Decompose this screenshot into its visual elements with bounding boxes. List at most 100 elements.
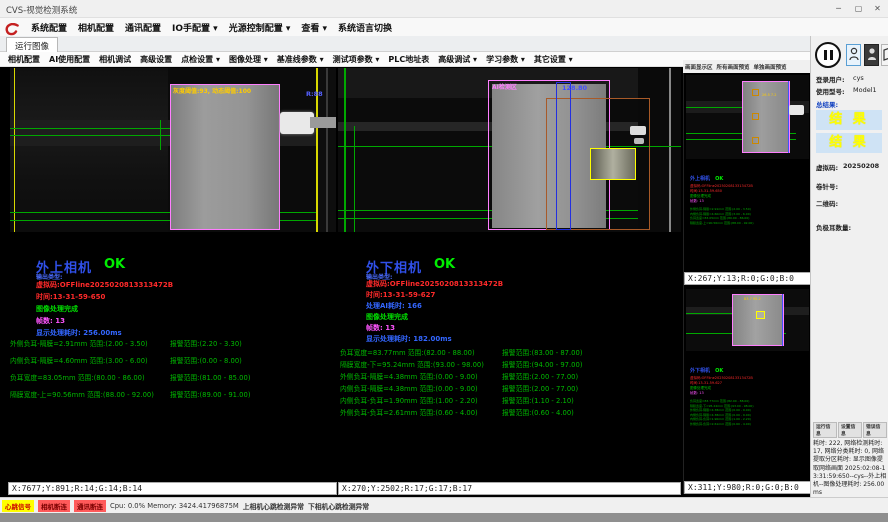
camera-disconnect-badge: 相机断连 xyxy=(38,500,70,512)
middle-ai-region-label: AI检测区 xyxy=(492,82,517,91)
tool-learning-params[interactable]: 学习参数 ▾ xyxy=(486,54,525,65)
menu-bar: 系统配置 相机配置 通讯配置 IO手配置 ▾ 光源控制配置 ▾ 查看 ▾ 系统语… xyxy=(0,18,888,36)
tool-test-params[interactable]: 测试项参数 ▾ xyxy=(333,54,380,65)
thumb2-text-block: 外下相机 OK 虚拟码:OFFline2025020813313472B 时间:… xyxy=(690,357,808,426)
thumb1-cell xyxy=(742,81,790,153)
middle-measurement-row: 隔膜宽度-下=95.24mm 范围:(93.00 - 98.00) 报警范围:(… xyxy=(340,359,683,369)
tab-all-views[interactable]: 所有画面预览 xyxy=(717,63,750,71)
info-tab-run[interactable]: 运行信息 xyxy=(813,422,837,438)
middle-camera-status-ok: OK xyxy=(434,257,455,272)
tool-baseline-params[interactable]: 基准线参数 ▾ xyxy=(277,54,324,65)
middle-measurement-row: 外侧负耳-隔膜=4.38mm 范围:(0.00 - 9.00) 报警范围:(2.… xyxy=(340,371,683,381)
tool-image-processing[interactable]: 图像处理 ▾ xyxy=(229,54,268,65)
middle-yellow-defect-box xyxy=(590,148,636,180)
left-right-seam xyxy=(326,68,328,232)
comm-disconnect-badge: 通讯断连 xyxy=(74,500,106,512)
left-cell-region xyxy=(170,84,280,230)
pause-button[interactable] xyxy=(815,42,841,68)
right-sidebar: 登录用户: cys 使用型号: Model1 总结果: 结 果 结 果 虚拟码:… xyxy=(810,36,888,513)
middle-camera-view[interactable]: AI检测区 128.80 外下相机 OK 输出类型: 虚拟码:OFFline20… xyxy=(338,67,681,497)
middle-meas-alarm-6: 报警范围:(0.60 - 4.00) xyxy=(502,407,574,417)
middle-measurement-row: 内侧负耳-负耳=1.90mm 范围:(1.00 - 2.20) 报警范围:(1.… xyxy=(340,395,683,405)
thumb2-coordinate-bar: X:311;Y:980;R:0;G:0;B:0 xyxy=(684,481,811,494)
info-tab-settings[interactable]: 设置信息 xyxy=(838,422,862,438)
menu-item-view[interactable]: 查看 ▾ xyxy=(301,21,327,34)
result-block-upper: 结 果 xyxy=(816,110,882,130)
heartbeat-badge: 心跳信号 xyxy=(2,500,34,512)
cpu-memory-text: Cpu: 0.0% Memory: 3424.41796875M xyxy=(110,502,239,510)
left-meas-text-2: 内侧负耳-隔膜=4.60mm 范围:(3.00 - 6.00) xyxy=(10,355,148,365)
left-measurement-row: 隔膜宽度-上=90.56mm 范围:(88.00 - 92.00) 报警范围:(… xyxy=(10,389,339,399)
tool-advanced-debug[interactable]: 高级调试 ▾ xyxy=(438,54,477,65)
left-camera-status-ok: OK xyxy=(104,257,125,272)
middle-coordinate-bar: X:270;Y:2502;R:17;G:17;B:17 xyxy=(338,482,681,495)
tool-other-settings[interactable]: 其它设置 ▾ xyxy=(534,54,573,65)
left-camera-view[interactable]: 灰度阈值:93, 动态阈值:100 R:88 外上相机 OK 输出类型: 虚拟码… xyxy=(8,67,337,497)
maximize-icon[interactable]: ▢ xyxy=(849,0,868,17)
middle-elapsed-text: 显示处理耗时: 182.00ms xyxy=(366,334,452,344)
info-tab-errors[interactable]: 错误信息 xyxy=(863,422,887,438)
left-threshold-overlay-label: 灰度阈值:93, 动态阈值:100 xyxy=(173,86,251,95)
left-yellow-line-left xyxy=(14,68,15,232)
thumb1-ok: OK xyxy=(715,176,723,182)
minimize-icon[interactable]: ─ xyxy=(829,0,848,17)
menu-item-system-config[interactable]: 系统配置 xyxy=(31,21,67,34)
tool-spot-check[interactable]: 点检设置 ▾ xyxy=(181,54,220,65)
exit-button[interactable] xyxy=(881,44,888,66)
middle-meas-text-1: 负耳宽度=83.77mm 范围:(82.00 - 88.00) xyxy=(340,347,475,357)
tool-advanced-settings[interactable]: 高级设置 xyxy=(140,54,172,65)
virtual-code-value: 20250208 xyxy=(843,162,879,170)
window-title: CVS-视觉检测系统 xyxy=(6,4,77,16)
middle-meas-alarm-5: 报警范围:(1.10 - 2.10) xyxy=(502,395,574,405)
tool-ai-usage-config[interactable]: AI使用配置 xyxy=(49,54,90,65)
tool-camera-debug[interactable]: 相机调试 xyxy=(99,54,131,65)
tab-single-view[interactable]: 单独画面预览 xyxy=(754,63,787,71)
left-barcode-text: 虚拟码:OFFline2025020813313472B xyxy=(36,280,173,290)
user-dark-icon xyxy=(867,46,877,65)
menu-item-io-config[interactable]: IO手配置 ▾ xyxy=(172,21,218,34)
thumb2-title: 外下相机 xyxy=(690,368,710,374)
left-meas-alarm-4: 报警范围:(89.00 - 91.00) xyxy=(170,389,250,399)
left-green-vline xyxy=(160,120,161,150)
bottom-strip xyxy=(0,513,888,522)
user-login-button[interactable] xyxy=(846,44,861,66)
tab-display-area[interactable]: 画面显示区 xyxy=(685,63,713,71)
menu-item-light-config[interactable]: 光源控制配置 ▾ xyxy=(229,21,291,34)
thumb1-mark-2 xyxy=(752,113,759,120)
thumb2-blue-line xyxy=(782,294,783,346)
middle-camera-image[interactable]: AI检测区 128.80 xyxy=(338,68,681,232)
lower-camera-warning: 下相机心跳检测异常 xyxy=(308,501,369,511)
left-camera-image[interactable]: 灰度阈值:93, 动态阈值:100 R:88 xyxy=(10,68,336,232)
middle-blue-box xyxy=(556,82,571,230)
close-icon[interactable]: ✕ xyxy=(868,0,887,17)
thumbnail-tabs: 画面显示区 所有画面预览 单独画面预览 xyxy=(683,60,810,73)
tool-plc-address[interactable]: PLC地址表 xyxy=(388,54,429,65)
login-user-label: 登录用户: xyxy=(816,74,845,84)
middle-barcode-text: 虚拟码:OFFline2025020813313472B xyxy=(366,279,503,289)
left-meas-text-3: 负耳宽度=83.05mm 范围:(80.00 - 86.00) xyxy=(10,372,145,382)
thumb1-orange-label: 26.5 7.2 xyxy=(762,93,776,97)
thumbnail-upper-camera[interactable]: 26.5 7.2 外上相机 OK 虚拟码:OFFline202502081331… xyxy=(683,73,810,285)
middle-meas-alarm-4: 报警范围:(2.00 - 77.00) xyxy=(502,383,578,393)
tab-row: 运行图像 xyxy=(0,36,888,52)
left-elapsed-text: 显示处理耗时: 256.00ms xyxy=(36,328,122,338)
total-result-label: 总结果: xyxy=(816,99,838,109)
middle-bright-spot-1 xyxy=(630,126,646,135)
menu-item-language-switch[interactable]: 系统语言切换 xyxy=(338,21,392,34)
thumb2-image: 83.7 95.2 xyxy=(686,289,809,351)
thumb2-ok: OK xyxy=(715,368,723,374)
menu-item-camera-config[interactable]: 相机配置 xyxy=(78,21,114,34)
user-manage-button[interactable] xyxy=(864,44,879,66)
left-meas-alarm-2: 报警范围:(0.00 - 8.00) xyxy=(170,355,242,365)
tool-camera-config[interactable]: 相机配置 xyxy=(8,54,40,65)
left-meas-alarm-3: 报警范围:(81.00 - 85.00) xyxy=(170,372,250,382)
middle-bright-spot-2 xyxy=(634,138,644,144)
title-bar: CVS-视觉检测系统 ─ ▢ ✕ xyxy=(0,0,888,18)
middle-meas-text-5: 内侧负耳-负耳=1.90mm 范围:(1.00 - 2.20) xyxy=(340,395,478,405)
menu-item-comm-config[interactable]: 通讯配置 xyxy=(125,21,161,34)
thumb1-gripper xyxy=(789,105,804,115)
thumbnail-lower-camera[interactable]: 83.7 95.2 外下相机 OK 虚拟码:OFFline20250208133… xyxy=(683,285,810,494)
tab-run-image[interactable]: 运行图像 xyxy=(6,37,58,52)
middle-meas-text-2: 隔膜宽度-下=95.24mm 范围:(93.00 - 98.00) xyxy=(340,359,484,369)
result-block-lower: 结 果 xyxy=(816,133,882,153)
